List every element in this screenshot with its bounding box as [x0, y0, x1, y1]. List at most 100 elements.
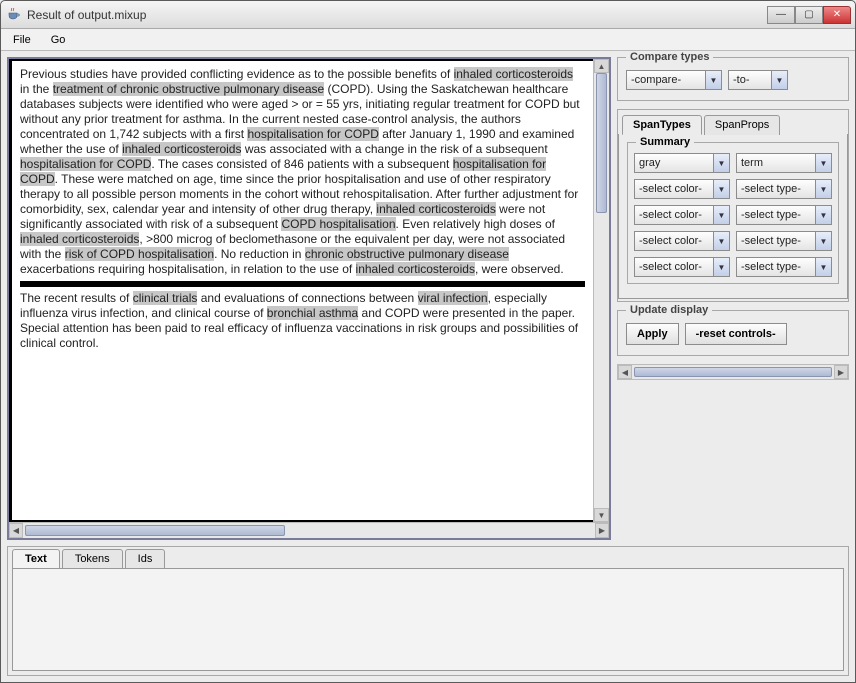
text-run: was associated with a change in the risk… [241, 142, 547, 156]
tab-spantypes[interactable]: SpanTypes [622, 115, 702, 135]
type-dropdown[interactable]: -select type- [736, 179, 832, 199]
minimize-button[interactable]: — [767, 6, 795, 24]
text-body[interactable]: Previous studies have provided conflicti… [9, 59, 593, 522]
top-row: Previous studies have provided conflicti… [7, 57, 849, 540]
titlebar[interactable]: Result of output.mixup — ▢ ✕ [1, 1, 855, 29]
highlight-term[interactable]: treatment of chronic obstructive pulmona… [53, 82, 324, 96]
dropdown-value: -compare- [627, 74, 705, 86]
chevron-down-icon [705, 71, 721, 89]
span-tab-body: Summary gray term [618, 134, 848, 299]
highlight-term[interactable]: inhaled corticosteroids [20, 232, 139, 246]
selector-grid: gray term [634, 153, 832, 277]
content-area: Previous studies have provided conflicti… [1, 51, 855, 682]
selector-row: -select color- -select type- [634, 205, 832, 225]
menu-file[interactable]: File [5, 32, 39, 48]
maximize-button[interactable]: ▢ [795, 6, 823, 24]
scroll-left-icon[interactable]: ◀ [9, 523, 23, 538]
highlight-term[interactable]: hospitalisation for COPD [247, 127, 378, 141]
selector-row: -select color- -select type- [634, 231, 832, 251]
span-types-group: SpanTypes SpanProps Summary gray [617, 109, 849, 302]
scroll-up-icon[interactable]: ▲ [594, 59, 609, 73]
highlight-term[interactable]: inhaled corticosteroids [454, 67, 573, 81]
dropdown-value: -select type- [737, 209, 815, 221]
summary-legend: Summary [636, 136, 694, 148]
java-cup-icon [5, 7, 21, 23]
document-paragraph: The recent results of clinical trials an… [20, 291, 585, 351]
bottom-tabs: Text Tokens Ids [8, 547, 848, 568]
close-button[interactable]: ✕ [823, 6, 851, 24]
menubar: File Go [1, 29, 855, 51]
color-dropdown[interactable]: -select color- [634, 231, 730, 251]
type-dropdown[interactable]: -select type- [736, 205, 832, 225]
highlight-term[interactable]: COPD hospitalisation [281, 217, 395, 231]
compare-right-dropdown[interactable]: -to- [728, 70, 788, 90]
text-panel: Previous studies have provided conflicti… [7, 57, 611, 540]
menu-go[interactable]: Go [43, 32, 74, 48]
scroll-left-icon[interactable]: ◀ [618, 365, 632, 379]
chevron-down-icon [713, 206, 729, 224]
highlight-term[interactable]: inhaled corticosteroids [356, 262, 475, 276]
text-run: The recent results of [20, 291, 133, 305]
update-display-group: Update display Apply -reset controls- [617, 310, 849, 356]
tab-text[interactable]: Text [12, 549, 60, 568]
dropdown-value: -select color- [635, 183, 713, 195]
chevron-down-icon [815, 154, 831, 172]
text-run: exacerbations requiring hospitalisation,… [20, 262, 356, 276]
highlight-term[interactable]: bronchial asthma [267, 306, 358, 320]
highlight-term[interactable]: hospitalisation for COPD [20, 157, 151, 171]
selector-row: gray term [634, 153, 832, 173]
highlight-term[interactable]: risk of COPD hospitalisation [65, 247, 214, 261]
right-panel: Compare types -compare- -to- [617, 57, 849, 540]
tab-spanprops[interactable]: SpanProps [704, 115, 780, 135]
scroll-right-icon[interactable]: ▶ [834, 365, 848, 379]
chevron-down-icon [815, 258, 831, 276]
compare-left-dropdown[interactable]: -compare- [626, 70, 722, 90]
app-window: Result of output.mixup — ▢ ✕ File Go Pre… [0, 0, 856, 683]
highlight-term[interactable]: chronic obstructive pulmonary disease [305, 247, 509, 261]
text-run: , were observed. [475, 262, 564, 276]
dropdown-value: -to- [729, 74, 771, 86]
type-dropdown[interactable]: -select type- [736, 257, 832, 277]
text-run: in the [20, 82, 53, 96]
window-controls: — ▢ ✕ [767, 6, 851, 24]
type-dropdown[interactable]: -select type- [736, 231, 832, 251]
dropdown-value: -select type- [737, 183, 815, 195]
highlight-term[interactable]: inhaled corticosteroids [376, 202, 495, 216]
scroll-thumb[interactable] [25, 525, 285, 536]
compare-types-group: Compare types -compare- -to- [617, 57, 849, 101]
compare-legend: Compare types [626, 51, 713, 63]
apply-button[interactable]: Apply [626, 323, 679, 345]
chevron-down-icon [771, 71, 787, 89]
color-dropdown[interactable]: gray [634, 153, 730, 173]
chevron-down-icon [713, 180, 729, 198]
highlight-term[interactable]: inhaled corticosteroids [122, 142, 241, 156]
window-title: Result of output.mixup [27, 8, 767, 22]
document-divider [20, 281, 585, 287]
highlight-term[interactable]: clinical trials [133, 291, 198, 305]
right-horizontal-scrollbar[interactable]: ◀ ▶ [617, 364, 849, 380]
scroll-thumb[interactable] [596, 73, 607, 213]
dropdown-value: -select type- [737, 235, 815, 247]
tab-ids[interactable]: Ids [125, 549, 166, 568]
color-dropdown[interactable]: -select color- [634, 257, 730, 277]
text-run: Previous studies have provided conflicti… [20, 67, 454, 81]
scroll-down-icon[interactable]: ▼ [594, 508, 609, 522]
horizontal-scrollbar[interactable]: ◀ ▶ [9, 522, 609, 538]
dropdown-value: gray [635, 157, 713, 169]
color-dropdown[interactable]: -select color- [634, 205, 730, 225]
scroll-thumb[interactable] [634, 367, 832, 377]
scroll-right-icon[interactable]: ▶ [595, 523, 609, 538]
chevron-down-icon [713, 154, 729, 172]
vertical-scrollbar[interactable]: ▲ ▼ [593, 59, 609, 522]
chevron-down-icon [713, 232, 729, 250]
tab-tokens[interactable]: Tokens [62, 549, 123, 568]
type-dropdown[interactable]: term [736, 153, 832, 173]
chevron-down-icon [713, 258, 729, 276]
bottom-tabs-panel: Text Tokens Ids [7, 546, 849, 676]
bottom-tab-body[interactable] [12, 568, 844, 671]
highlight-term[interactable]: viral infection [418, 291, 488, 305]
update-legend: Update display [626, 304, 712, 316]
reset-controls-button[interactable]: -reset controls- [685, 323, 787, 345]
color-dropdown[interactable]: -select color- [634, 179, 730, 199]
text-run: . No reduction in [214, 247, 305, 261]
